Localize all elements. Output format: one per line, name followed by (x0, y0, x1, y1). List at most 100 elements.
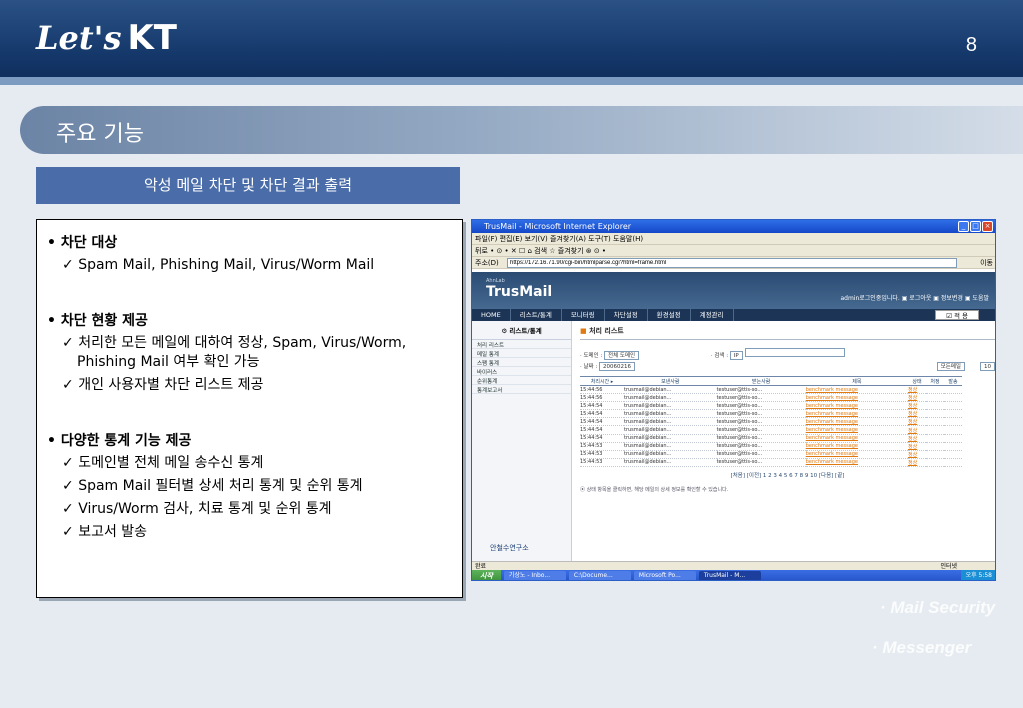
col-recipient[interactable]: 받는사람 (716, 376, 806, 386)
ahnlab-company-logo: 안철수연구소 (490, 544, 529, 552)
table-row[interactable]: 15:44:54 trusmail@debian... testuser@ttis-… (580, 401, 962, 411)
nav-list-stats[interactable]: 리스트/통계 (511, 309, 562, 321)
table-cell: 15:44:54 (580, 417, 624, 427)
table-cell: testuser@ttis-so... (716, 401, 806, 411)
table-cell: testuser@ttis-so... (716, 409, 806, 419)
col-status[interactable]: 상태 (907, 376, 926, 386)
maximize-button[interactable]: □ (970, 221, 981, 232)
search-label: · 검색 : (710, 353, 729, 359)
table-cell[interactable]: 정상 (907, 409, 926, 419)
table-row[interactable]: 15:44:53 trusmail@debian... testuser@ttis-… (580, 442, 962, 451)
nav-home[interactable]: HOME (472, 309, 511, 321)
table-cell: trusmail@debian... (624, 450, 717, 459)
table-cell[interactable]: 정상 (907, 458, 926, 467)
table-cell: trusmail@debian... (624, 458, 717, 467)
address-label: 주소(D) (475, 259, 499, 267)
address-input[interactable] (507, 258, 957, 268)
sidebar-item[interactable]: 바이러스 (472, 367, 571, 376)
table-row[interactable]: 15:44:53 trusmail@debian... testuser@ttis-… (580, 458, 962, 467)
table-row[interactable]: 15:44:53 trusmail@debian... testuser@ttis-… (580, 450, 962, 459)
table-cell[interactable]: 정상 (907, 450, 926, 459)
nav-monitoring[interactable]: 모니터링 (562, 309, 605, 321)
col-send[interactable]: 발송 (943, 376, 962, 386)
search-input[interactable] (744, 348, 845, 357)
table-cell[interactable]: 정상 (907, 401, 926, 411)
feature-title: 차단 대상 (47, 232, 374, 252)
table-cell[interactable]: benchmark message (805, 409, 908, 419)
sidebar-item[interactable]: 순위통계 (472, 376, 571, 385)
table-cell[interactable]: 정상 (907, 425, 926, 435)
mail-filter-select[interactable]: 모든메일 (936, 362, 965, 371)
sidebar-item[interactable]: 처리 리스트 (472, 340, 571, 349)
go-button[interactable]: 이동 (980, 257, 993, 269)
sidebar-item[interactable]: 스팸 통계 (472, 358, 571, 367)
browser-menubar[interactable]: 파일(F) 편집(E) 보기(V) 즐겨찾기(A) 도구(T) 도움말(H) (472, 233, 995, 245)
table-cell: trusmail@debian... (624, 434, 717, 443)
table-row[interactable]: 15:44:54 trusmail@debian... testuser@ttis-… (580, 417, 962, 427)
col-sender[interactable]: 보낸사람 (624, 376, 717, 386)
date-row: · 날짜 : 20060216 모든메일 10 (580, 362, 995, 373)
table-cell[interactable]: benchmark message (805, 425, 908, 435)
filter-row: · 도메인 : 전체 도메인 · 검색 : IP (580, 348, 995, 360)
table-cell[interactable]: 정상 (907, 417, 926, 427)
taskbar-item[interactable]: Microsoft Po... (633, 571, 696, 580)
window-titlebar: TrusMail - Microsoft Internet Explorer _… (472, 220, 995, 233)
col-subject[interactable]: 제목 (805, 376, 908, 386)
table-cell[interactable]: benchmark message (805, 434, 908, 443)
browser-window: TrusMail - Microsoft Internet Explorer _… (471, 219, 996, 581)
start-button[interactable]: 시작 (472, 570, 501, 580)
date-label: · 날짜 : (580, 364, 598, 370)
app-main: 처리 리스트 · 도메인 : 전체 도메인 · 검색 : IP · 날짜 : 2… (580, 326, 995, 493)
table-cell[interactable]: benchmark message (805, 450, 908, 459)
table-row[interactable]: 15:44:54 trusmail@debian... testuser@ttis-… (580, 434, 962, 443)
sidebar-item[interactable]: 통계보고서 (472, 385, 571, 394)
domain-select[interactable]: 전체 도메인 (604, 351, 640, 360)
feature-item: Spam Mail 필터별 상세 처리 통계 및 순위 통계 (62, 477, 362, 496)
table-cell: 15:44:54 (580, 434, 624, 443)
table-cell[interactable]: benchmark message (805, 393, 908, 403)
user-menu[interactable]: admin로그인중입니다. ▣ 로그아웃 ▣ 정보변경 ▣ 도움말 (840, 293, 989, 302)
feature-item: 개인 사용자별 차단 리스트 제공 (62, 376, 462, 395)
table-cell[interactable]: 정상 (907, 393, 926, 403)
browser-toolbar[interactable]: 뒤로 • ⊙ • ✕ ☐ ⌂ 검색 ☆ 즐겨찾기 ⊛ ⊙ • (472, 245, 995, 257)
feature-item: 보고서 발송 (62, 523, 363, 542)
taskbar-item[interactable]: TrusMail - M... (698, 571, 761, 580)
table-cell[interactable]: benchmark message (805, 385, 908, 395)
minimize-button[interactable]: _ (958, 221, 969, 232)
table-cell[interactable]: benchmark message (805, 417, 908, 427)
close-button[interactable]: × (982, 221, 993, 232)
table-cell: 15:44:56 (580, 393, 624, 403)
sidebar-item[interactable]: 메일 통계 (472, 349, 571, 358)
table-row[interactable]: 15:44:54 trusmail@debian... testuser@ttis-… (580, 409, 962, 419)
table-cell: trusmail@debian... (624, 425, 717, 435)
table-cell[interactable]: 정상 (907, 442, 926, 451)
table-cell[interactable]: benchmark message (805, 401, 908, 411)
apply-button[interactable]: ☑ 적 용 (935, 310, 979, 320)
nav-env-settings[interactable]: 환경설정 (648, 309, 691, 321)
col-action[interactable]: 처정 (925, 376, 944, 386)
feature-block-3: 다양한 통계 기능 제공 도메인별 전체 메일 송수신 통계 Spam Mail… (47, 430, 363, 546)
table-cell[interactable]: benchmark message (805, 442, 908, 451)
kt-logo: Let's KT (36, 18, 177, 58)
table-cell[interactable]: 정상 (907, 434, 926, 443)
app-sidebar: ⚙ 리스트/통계 처리 리스트 메일 통계 스팸 통계 바이러스 순위통계 통계… (472, 321, 572, 561)
table-cell: trusmail@debian... (624, 409, 717, 419)
taskbar-item[interactable]: C:\Docume... (568, 571, 631, 580)
nav-block-settings[interactable]: 차단설정 (605, 309, 648, 321)
taskbar-item[interactable]: 기상노 - Inbo... (503, 571, 566, 580)
pager[interactable]: [처음] [이전] 1 2 3 4 5 6 7 8 9 10 [다음] [끝] (580, 471, 995, 479)
table-cell: trusmail@debian... (624, 385, 717, 395)
status-text: 완료 (475, 563, 487, 570)
search-type-select[interactable]: IP (729, 351, 743, 360)
table-row[interactable]: 15:44:56 trusmail@debian... testuser@ttis-… (580, 393, 962, 403)
table-row[interactable]: 15:44:56 trusmail@debian... testuser@ttis-… (580, 385, 962, 395)
table-row[interactable]: 15:44:54 trusmail@debian... testuser@ttis-… (580, 425, 962, 435)
col-time[interactable]: 처리시간 ▸ (580, 376, 624, 386)
page-size-select[interactable]: 10 (980, 362, 995, 371)
feature-item: 도메인별 전체 메일 송수신 통계 (62, 454, 363, 473)
table-note: ⦿ 상태 항목을 클릭하면, 해당 메일의 상세 정보를 확인할 수 있습니다. (580, 486, 729, 493)
nav-account[interactable]: 계정관리 (691, 309, 734, 321)
date-select[interactable]: 20060216 (598, 362, 635, 371)
table-cell[interactable]: benchmark message (805, 458, 908, 467)
table-cell[interactable]: 정상 (907, 385, 926, 395)
